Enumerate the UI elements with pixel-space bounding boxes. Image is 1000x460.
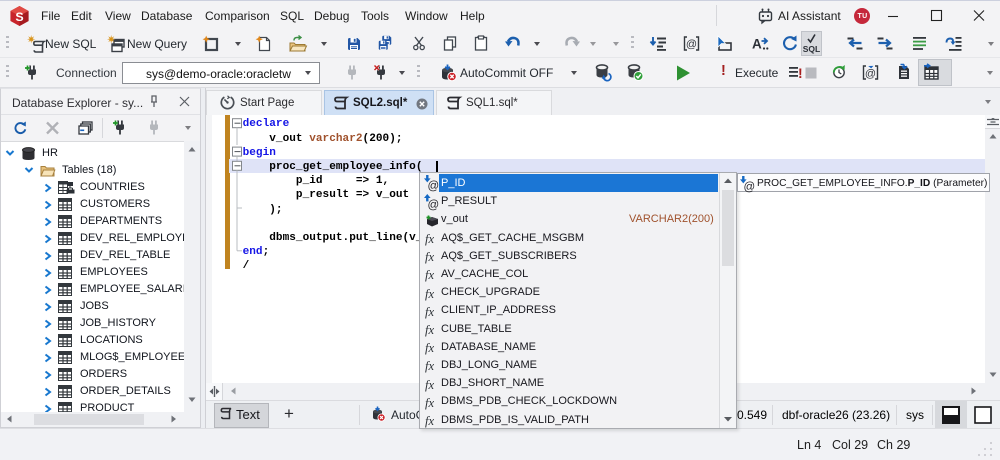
svg-text:!: ! xyxy=(798,65,803,81)
svg-text:@: @ xyxy=(865,68,876,80)
svg-text:fx: fx xyxy=(425,232,434,246)
svg-text:@: @ xyxy=(428,199,440,211)
svg-text:S: S xyxy=(15,10,23,24)
svg-text:@: @ xyxy=(686,39,697,51)
svg-text:fx: fx xyxy=(425,378,434,392)
svg-text:fx: fx xyxy=(425,414,434,428)
svg-text:fx: fx xyxy=(425,396,434,410)
svg-text:fx: fx xyxy=(425,323,434,337)
svg-text:A: A xyxy=(752,37,762,52)
svg-text:fx: fx xyxy=(425,287,434,301)
svg-text:fx: fx xyxy=(425,341,434,355)
svg-text:fx: fx xyxy=(425,250,434,264)
svg-text:fx: fx xyxy=(425,359,434,373)
svg-text:@: @ xyxy=(428,181,440,193)
svg-text:fx: fx xyxy=(425,305,434,319)
svg-text:@: @ xyxy=(744,181,756,193)
svg-text:SQL: SQL xyxy=(803,44,820,54)
svg-text:fx: fx xyxy=(425,268,434,282)
